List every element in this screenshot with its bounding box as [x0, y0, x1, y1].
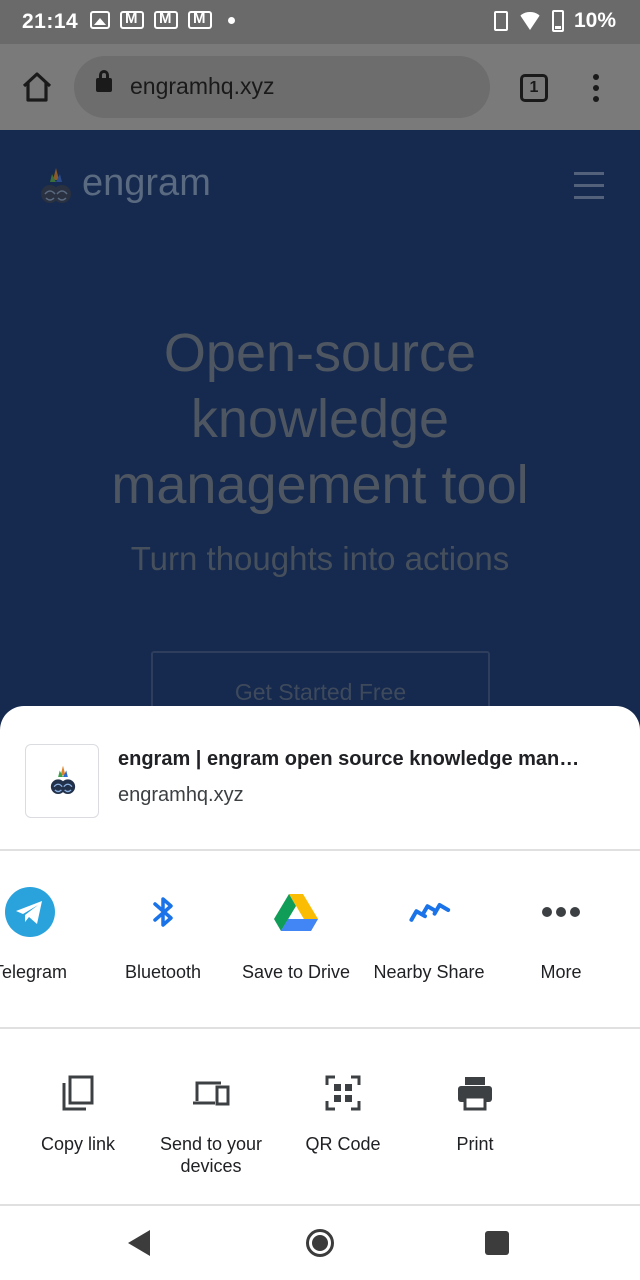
- wifi-icon: [517, 12, 542, 30]
- drive-icon: [274, 894, 318, 931]
- notification-icons: [90, 10, 235, 29]
- bluetooth-icon: [153, 897, 173, 927]
- action-label: Print: [456, 1134, 494, 1154]
- share-app-label: Save to Drive: [241, 962, 351, 982]
- engram-logo-icon: [50, 765, 76, 794]
- status-bar: 21:14 10%: [0, 0, 640, 44]
- preview-thumbnail: [25, 744, 99, 818]
- hero-line: knowledge: [190, 389, 450, 449]
- gmail-icon: [154, 10, 178, 29]
- vibrate-icon: [493, 11, 508, 31]
- navigation-bar: [0, 1208, 640, 1280]
- url-text: engramhq.xyz: [130, 73, 275, 99]
- action-label: Send to your devices: [159, 1134, 263, 1176]
- qr-code-icon: [325, 1075, 361, 1111]
- back-icon[interactable]: [128, 1230, 150, 1256]
- web-page: engram Open-source knowledge management …: [0, 130, 640, 731]
- share-action-row: Copy link Send to your devices QR Code P…: [0, 1029, 640, 1206]
- share-sheet: engram | engram open source knowledge ma…: [0, 706, 640, 1206]
- hamburger-menu-icon[interactable]: [574, 172, 604, 200]
- dot-icon: [228, 16, 235, 24]
- system-icons: 10%: [493, 9, 616, 33]
- print-icon: [458, 1077, 492, 1111]
- preview-title: engram | engram open source knowledge ma…: [118, 748, 580, 770]
- tab-switcher-button[interactable]: 1: [520, 74, 548, 102]
- lock-icon: [96, 70, 112, 92]
- share-app-row: Telegram Bluetooth Save to Drive Nearby …: [0, 851, 640, 1029]
- hero-subtitle: Turn thoughts into actions: [130, 540, 510, 577]
- action-label: Copy link: [40, 1134, 116, 1154]
- nearby-share-icon: [409, 903, 451, 922]
- share-app-label: Nearby Share: [373, 962, 485, 982]
- menu-icon[interactable]: [590, 74, 602, 104]
- battery-percent: 10%: [573, 9, 616, 32]
- gmail-icon: [120, 10, 144, 29]
- share-app-label: More: [540, 962, 582, 982]
- recents-icon[interactable]: [485, 1231, 509, 1255]
- engram-logo-icon[interactable]: [40, 166, 72, 208]
- more-icon: [542, 907, 580, 917]
- share-app-label: Telegram: [0, 962, 68, 982]
- telegram-icon: [5, 887, 55, 937]
- home-button-icon[interactable]: [306, 1229, 334, 1257]
- gmail-icon: [188, 10, 212, 29]
- share-app-label: Bluetooth: [124, 962, 202, 982]
- image-icon: [90, 11, 110, 29]
- devices-icon: [193, 1081, 230, 1106]
- copy-icon: [62, 1075, 94, 1111]
- browser-toolbar: engramhq.xyz 1: [0, 44, 640, 130]
- hero-line: management tool: [111, 455, 529, 515]
- hero-line: Open-source: [163, 323, 477, 383]
- preview-url: engramhq.xyz: [118, 784, 244, 806]
- hero-heading: Open-source knowledge management tool: [0, 320, 640, 518]
- action-label: QR Code: [305, 1134, 381, 1154]
- share-preview: engram | engram open source knowledge ma…: [0, 706, 640, 851]
- brand-name[interactable]: engram: [82, 162, 211, 205]
- battery-charging-icon: [551, 10, 564, 32]
- home-icon[interactable]: [20, 70, 54, 104]
- status-time: 21:14: [22, 10, 79, 33]
- address-bar[interactable]: engramhq.xyz: [74, 56, 490, 118]
